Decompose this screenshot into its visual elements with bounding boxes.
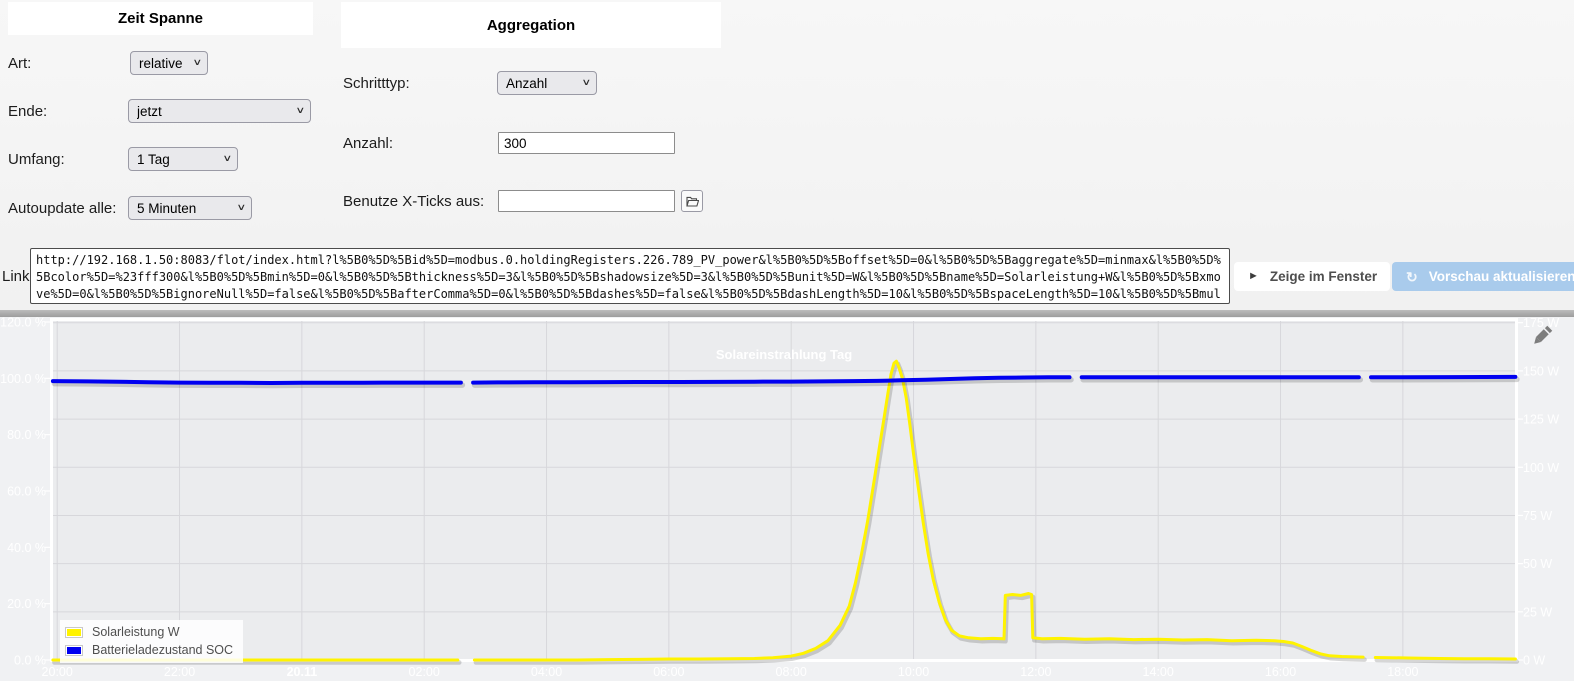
autoupdate-select-control[interactable]: 5 Minuten — [128, 196, 252, 220]
link-label: Link — [2, 268, 30, 285]
show-in-window-label: Zeige im Fenster — [1269, 269, 1378, 284]
legend-item-soc: Batterieladezustand SOC — [65, 641, 233, 659]
autoupdate-label: Autoupdate alle: — [8, 200, 117, 217]
y-right-tick-label: 125 W — [1523, 413, 1559, 427]
chart-legend: Solarleistung W Batterieladezustand SOC — [60, 620, 244, 663]
y-right-tick-label: 0 W — [1523, 654, 1545, 668]
aggregation-panel-title: Aggregation — [341, 2, 721, 48]
autoupdate-select[interactable]: 5 Minuten ∨ — [128, 196, 252, 220]
y-left-tick-label: 80.0 % — [7, 428, 46, 442]
schritttyp-label: Schritttyp: — [343, 75, 410, 92]
schritttyp-select[interactable]: Anzahl ∨ — [497, 71, 597, 95]
x-tick-label: 08:00 — [776, 665, 807, 679]
art-select-control[interactable]: relative — [130, 51, 208, 75]
y-left-tick-label: 60.0 % — [7, 484, 46, 498]
refresh-preview-button[interactable]: ↻ Vorschau aktualisieren — [1392, 262, 1574, 291]
xticks-label: Benutze X-Ticks aus: — [343, 193, 485, 210]
art-select[interactable]: relative ∨ — [130, 51, 208, 75]
art-label: Art: — [8, 55, 32, 72]
y-left-tick-label: 40.0 % — [7, 541, 46, 555]
refresh-preview-label: Vorschau aktualisieren — [1428, 269, 1574, 284]
x-tick-label: 20.11 — [287, 665, 318, 679]
ende-select[interactable]: jetzt ∨ — [128, 99, 311, 123]
x-tick-label: 14:00 — [1143, 665, 1174, 679]
preview-divider — [0, 310, 1574, 317]
y-left-tick-label: 20.0 % — [7, 597, 46, 611]
y-left-tick-label: 120.0 % — [0, 317, 46, 329]
zeit-spanne-panel-title: Zeit Spanne — [8, 2, 313, 35]
umfang-label: Umfang: — [8, 151, 65, 168]
open-folder-icon — [685, 196, 699, 207]
flot-settings-page: { "zeit_spanne": { "title": "Zeit Spanne… — [0, 0, 1574, 681]
anzahl-input[interactable] — [498, 132, 675, 154]
x-tick-label: 12:00 — [1020, 665, 1051, 679]
y-right-tick-label: 100 W — [1523, 461, 1559, 475]
anzahl-label: Anzahl: — [343, 135, 394, 152]
refresh-icon: ↻ — [1406, 268, 1418, 285]
x-tick-label: 06:00 — [653, 665, 684, 679]
chart-preview: 0.0 % 20.0 % 40.0 % 60.0 % 80.0 % 100.0 % 120.… — [0, 317, 1574, 681]
edit-pencil-icon[interactable] — [1528, 322, 1556, 350]
x-tick-label: 16:00 — [1265, 665, 1296, 679]
legend-item-solarleistung: Solarleistung W — [65, 623, 233, 641]
ende-select-control[interactable]: jetzt — [128, 99, 311, 123]
schritttyp-select-control[interactable]: Anzahl — [497, 71, 597, 95]
xticks-browse-button[interactable] — [681, 190, 703, 212]
x-tick-label: 18:00 — [1387, 665, 1418, 679]
y-left-tick-label: 100.0 % — [0, 372, 46, 386]
y-right-tick-label: 150 W — [1523, 364, 1559, 378]
x-tick-label: 20:00 — [42, 665, 73, 679]
legend-label-soc: Batterieladezustand SOC — [92, 643, 234, 657]
legend-label-solarleistung: Solarleistung W — [92, 625, 180, 639]
y-right-tick-label: 50 W — [1523, 557, 1552, 571]
ende-label: Ende: — [8, 103, 48, 120]
show-in-window-button[interactable]: ► Zeige im Fenster — [1234, 262, 1390, 291]
link-url-textarea[interactable]: http://192.168.1.50:8083/flot/index.html… — [30, 248, 1230, 304]
umfang-select-control[interactable]: 1 Tag — [128, 147, 238, 171]
y-right-tick-label: 25 W — [1523, 605, 1552, 619]
x-tick-label: 02:00 — [409, 665, 440, 679]
play-icon: ► — [1248, 270, 1259, 282]
legend-swatch-solarleistung — [65, 626, 83, 638]
umfang-select[interactable]: 1 Tag ∨ — [128, 147, 238, 171]
x-tick-label: 04:00 — [531, 665, 562, 679]
x-tick-label: 22:00 — [164, 665, 195, 679]
xticks-input[interactable] — [498, 190, 675, 212]
y-right-tick-label: 75 W — [1523, 509, 1552, 523]
legend-swatch-soc — [65, 644, 83, 656]
x-tick-label: 10:00 — [898, 665, 929, 679]
